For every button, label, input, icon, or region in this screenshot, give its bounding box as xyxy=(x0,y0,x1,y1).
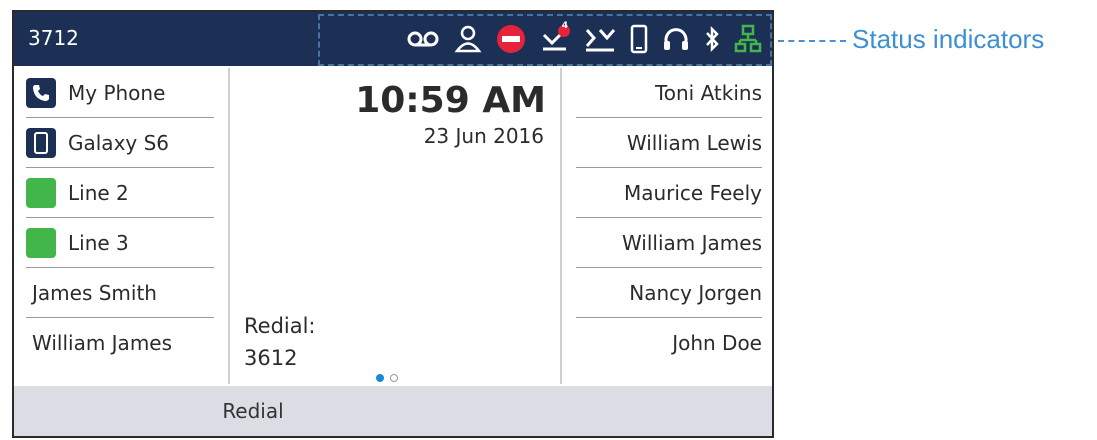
network-icon[interactable] xyxy=(734,24,762,54)
line-key-my-phone[interactable]: My Phone xyxy=(14,68,228,118)
speed-dial-label: William James xyxy=(621,231,762,255)
line-status-icon xyxy=(26,178,56,208)
softkey-bar: Redial xyxy=(14,386,772,436)
line-key-galaxy-s6[interactable]: Galaxy S6 xyxy=(14,118,228,168)
speed-dial-label: William James xyxy=(32,331,173,355)
speed-dial-james-smith[interactable]: James Smith xyxy=(14,268,228,318)
speed-dial-john-doe[interactable]: John Doe xyxy=(562,318,772,368)
extension-number: 3712 xyxy=(28,26,79,50)
redial-number: 3612 xyxy=(244,346,298,370)
status-indicators: 4 xyxy=(406,20,762,58)
line-key-label: Line 3 xyxy=(68,231,129,255)
line-key-label: Galaxy S6 xyxy=(68,131,170,155)
do-not-disturb-icon[interactable] xyxy=(496,24,526,54)
bluetooth-icon[interactable] xyxy=(704,24,720,54)
phone-icon xyxy=(26,78,56,108)
speed-dial-william-james[interactable]: William James xyxy=(562,218,772,268)
speed-dial-label: Maurice Feely xyxy=(623,181,762,205)
home-center-panel: 10:59 AM 23 Jun 2016 Redial: 3612 xyxy=(230,68,558,384)
call-forward-icon[interactable] xyxy=(584,26,616,52)
mobile-device-icon xyxy=(26,128,56,158)
line-key-line-2[interactable]: Line 2 xyxy=(14,168,228,218)
speed-dial-maurice-feely[interactable]: Maurice Feely xyxy=(562,168,772,218)
page-dot-inactive xyxy=(390,374,398,382)
status-bar: 3712 4 xyxy=(14,12,772,66)
speed-dial-label: John Doe xyxy=(672,331,762,355)
right-speed-dial-keys: Toni Atkins William Lewis Maurice Feely … xyxy=(560,68,772,384)
speed-dial-william-james[interactable]: William James xyxy=(14,318,228,368)
clock-time: 10:59 AM xyxy=(355,80,546,121)
redial-softkey[interactable]: Redial xyxy=(222,399,283,423)
presence-user-icon[interactable] xyxy=(454,24,482,54)
status-indicators-callout: Status indicators xyxy=(852,24,1045,54)
speed-dial-nancy-jorgen[interactable]: Nancy Jorgen xyxy=(562,268,772,318)
line-key-label: My Phone xyxy=(68,81,166,105)
redial-label: Redial: xyxy=(244,314,316,338)
line-key-line-3[interactable]: Line 3 xyxy=(14,218,228,268)
line-status-icon xyxy=(26,228,56,258)
headset-icon[interactable] xyxy=(662,24,690,54)
left-line-keys: My Phone Galaxy S6 Line 2 Line 3 James S… xyxy=(14,68,230,384)
phone-screen: 3712 4 My Phone Galaxy S6 Line 2 Line 3 … xyxy=(12,10,774,438)
mobile-device-icon[interactable] xyxy=(630,24,648,54)
speed-dial-label: Nancy Jorgen xyxy=(629,281,762,305)
line-key-label: Line 2 xyxy=(68,181,129,205)
speed-dial-toni-atkins[interactable]: Toni Atkins xyxy=(562,68,772,118)
clock-date: 23 Jun 2016 xyxy=(423,124,544,148)
missed-calls-icon[interactable]: 4 xyxy=(540,21,570,53)
speed-dial-label: William Lewis xyxy=(626,131,762,155)
speed-dial-william-lewis[interactable]: William Lewis xyxy=(562,118,772,168)
missed-calls-badge: 4 xyxy=(561,21,568,31)
speed-dial-label: Toni Atkins xyxy=(654,81,762,105)
callout-leader-line xyxy=(778,40,846,42)
voicemail-icon[interactable] xyxy=(406,28,440,50)
page-dot-active xyxy=(376,374,384,382)
page-indicator xyxy=(376,374,398,382)
speed-dial-label: James Smith xyxy=(32,281,157,305)
